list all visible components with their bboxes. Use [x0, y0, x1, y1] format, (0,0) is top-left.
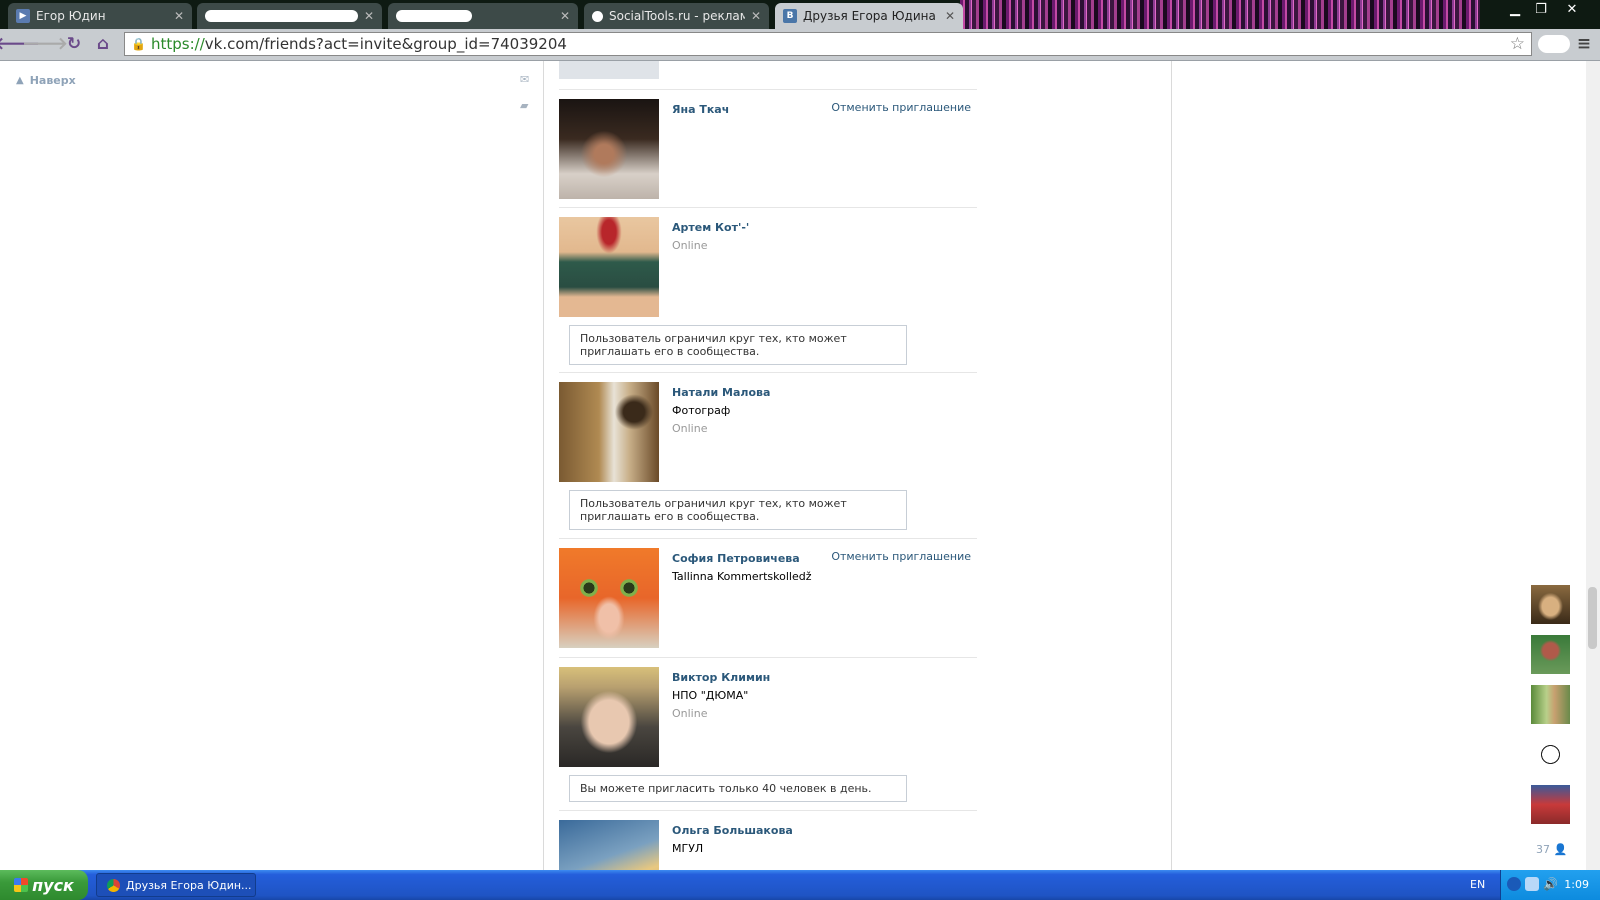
online-friend-avatar[interactable]	[1531, 685, 1570, 724]
tab-vk-friends[interactable]: B Друзья Егора Юдина | 282 ✕	[775, 3, 963, 29]
cancel-invitation-link[interactable]: Отменить приглашение	[831, 550, 971, 563]
tab-close-icon[interactable]: ✕	[174, 9, 184, 23]
scrollbar-thumb[interactable]	[1588, 587, 1597, 649]
extension-cloud-icon[interactable]	[1538, 35, 1570, 53]
page-scrollbar[interactable]	[1586, 61, 1600, 870]
avatar[interactable]	[559, 382, 659, 482]
envelope-icon[interactable]: ✉	[520, 73, 529, 86]
redaction-mark	[396, 10, 472, 22]
restore-icon[interactable]: ❐	[1528, 0, 1554, 18]
friend-name-link[interactable]: София Петровичева	[672, 552, 800, 565]
bookmark-star-icon[interactable]: ☆	[1510, 34, 1525, 54]
invite-restriction-notice: Пользователь ограничил круг тех, кто мож…	[569, 490, 907, 530]
globe-icon	[592, 10, 603, 22]
online-friend-avatar[interactable]	[1531, 785, 1570, 824]
arrow-up-icon: ▲	[16, 75, 24, 86]
online-status: Online	[672, 707, 708, 720]
taskbar-chrome-window[interactable]: Друзья Егора Юдин...	[96, 873, 256, 897]
vk-icon: B	[783, 9, 797, 23]
invite-limit-notice: Вы можете пригласить только 40 человек в…	[569, 775, 907, 802]
forward-arrow-icon[interactable]: 🡒	[22, 34, 68, 54]
online-friends-count[interactable]: 37 👤	[1536, 843, 1567, 856]
friend-name-link[interactable]: Яна Ткач	[672, 103, 729, 116]
play-icon: ▶	[16, 9, 30, 23]
avatar[interactable]	[559, 61, 659, 79]
chrome-icon	[107, 878, 120, 892]
windows-flag-icon	[14, 878, 29, 892]
online-status: Online	[672, 422, 708, 435]
online-friend-avatar[interactable]	[1531, 735, 1570, 774]
system-tray: 🔊 1:09	[1500, 870, 1600, 900]
redaction-mark	[205, 10, 358, 22]
clock: 1:09	[1564, 878, 1589, 891]
avatar[interactable]	[559, 820, 659, 870]
lock-icon: 🔒	[131, 37, 146, 51]
friend-name-link[interactable]: Ольга Большакова	[672, 824, 793, 837]
browser-tab-strip: ▶ Егор Юдин ✕ ✕ ✕ SocialTools.ru - рекла…	[0, 0, 1600, 29]
tab-socialtools[interactable]: SocialTools.ru - реклама в с ✕	[584, 3, 769, 29]
chat-bubble-icon[interactable]: ▰	[520, 99, 528, 112]
window-frame-background	[960, 0, 1480, 29]
close-window-icon[interactable]: ✕	[1556, 0, 1588, 18]
person-icon: 👤	[1553, 843, 1568, 856]
invite-restriction-notice: Пользователь ограничил круг тех, кто мож…	[569, 325, 907, 365]
avatar[interactable]	[559, 217, 659, 317]
friend-occupation: НПО "ДЮМА"	[672, 689, 749, 702]
url-scheme: https://	[151, 35, 205, 53]
friend-name-link[interactable]: Виктор Климин	[672, 671, 770, 684]
list-item	[559, 61, 977, 90]
list-item: София Петровичева Tallinna Kommertskolle…	[559, 538, 977, 658]
tab-close-icon[interactable]: ✕	[751, 9, 761, 23]
menu-icon[interactable]: ≡	[1574, 34, 1594, 54]
online-friend-avatar[interactable]	[1531, 585, 1570, 624]
page-content: ▲ Наверх ✉ ▰ Яна Ткач Отменить приглашен…	[0, 61, 1600, 870]
online-status: Online	[672, 239, 708, 252]
list-item: Ольга Большакова МГУЛ	[559, 810, 977, 870]
online-friend-avatar[interactable]	[1531, 635, 1570, 674]
reload-icon[interactable]: ↻	[64, 34, 84, 54]
minimize-icon[interactable]: ▁	[1502, 0, 1528, 18]
friend-occupation: Фотограф	[672, 404, 731, 417]
tab-redacted-2[interactable]: ✕	[388, 3, 578, 29]
tab-close-icon[interactable]: ✕	[560, 9, 570, 23]
friend-school: Tallinna Kommertskolledž	[672, 570, 812, 583]
friends-invite-list: Яна Ткач Отменить приглашение Артем Кот'…	[543, 61, 1002, 870]
language-indicator[interactable]: EN	[1470, 878, 1485, 891]
start-button[interactable]: пуск	[0, 870, 88, 900]
browser-toolbar: 🡐 🡒 ↻ ⌂ 🔒 https://vk.com/friends?act=inv…	[0, 29, 1600, 61]
address-bar[interactable]: 🔒 https://vk.com/friends?act=invite&grou…	[124, 32, 1532, 56]
list-item: Яна Ткач Отменить приглашение	[559, 89, 977, 208]
tab-close-icon[interactable]: ✕	[945, 9, 955, 23]
friend-name-link[interactable]: Натали Малова	[672, 386, 770, 399]
friend-name-link[interactable]: Артем Кот'-'	[672, 221, 749, 234]
avatar[interactable]	[559, 99, 659, 199]
right-column	[1000, 61, 1172, 870]
volume-icon[interactable]: 🔊	[1543, 877, 1558, 891]
list-item: Артем Кот'-' Online Пользователь огранич…	[559, 207, 977, 373]
tab-close-icon[interactable]: ✕	[364, 9, 374, 23]
friend-school: МГУЛ	[672, 842, 704, 855]
tab-redacted-1[interactable]: ✕	[197, 3, 382, 29]
avatar[interactable]	[559, 548, 659, 648]
tray-chevron-icon[interactable]	[1507, 877, 1521, 891]
windows-taskbar: пуск Друзья Егора Юдин... EN 🔊 1:09	[0, 870, 1600, 900]
cancel-invitation-link[interactable]: Отменить приглашение	[831, 101, 971, 114]
back-to-top-link[interactable]: ▲ Наверх	[16, 74, 76, 87]
url-text: vk.com/friends?act=invite&group_id=74039…	[204, 35, 567, 53]
tab-egor-yudin[interactable]: ▶ Егор Юдин ✕	[8, 3, 192, 29]
avatar[interactable]	[559, 667, 659, 767]
list-item: Натали Малова Фотограф Online Пользовате…	[559, 372, 977, 539]
home-icon[interactable]: ⌂	[93, 34, 113, 54]
list-item: Виктор Климин НПО "ДЮМА" Online Вы может…	[559, 657, 977, 811]
network-icon[interactable]	[1525, 877, 1539, 891]
